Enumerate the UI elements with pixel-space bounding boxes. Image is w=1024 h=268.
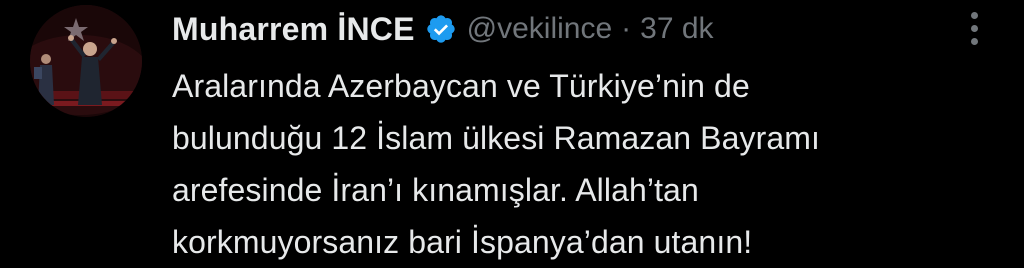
- avatar-photo: [30, 5, 142, 117]
- timestamp[interactable]: 37 dk: [640, 12, 713, 46]
- tweet-text: Aralarında Azerbaycan ve Türkiye’nin de …: [172, 68, 820, 260]
- tweet-header: Muharrem İNCE @vekilince · 37 dk: [172, 0, 964, 58]
- tweet-card[interactable]: Muharrem İNCE @vekilince · 37 dk Araları…: [0, 0, 1024, 260]
- verified-badge-icon: [425, 13, 457, 45]
- more-options-icon[interactable]: [968, 12, 980, 48]
- user-handle[interactable]: @vekilince: [467, 12, 613, 46]
- separator-dot: ·: [621, 12, 632, 45]
- tweet-content: Muharrem İNCE @vekilince · 37 dk Araları…: [172, 0, 964, 268]
- display-name[interactable]: Muharrem İNCE: [172, 11, 415, 48]
- avatar[interactable]: [30, 5, 142, 117]
